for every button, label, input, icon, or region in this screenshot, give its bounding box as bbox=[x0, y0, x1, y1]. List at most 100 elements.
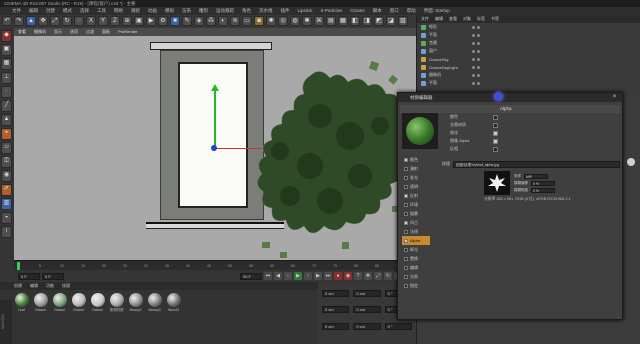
scale-icon[interactable]: ⤢ bbox=[50, 16, 60, 26]
rotation-key-icon[interactable]: ↻ bbox=[384, 272, 392, 280]
material-menu-item[interactable]: 纹理 bbox=[62, 282, 70, 290]
material-swatch[interactable]: Octane bbox=[33, 293, 48, 313]
extra-tool-icon[interactable]: ◪ bbox=[386, 16, 396, 26]
move-icon[interactable]: ✥ bbox=[38, 16, 48, 26]
material-swatch[interactable]: Octane bbox=[90, 293, 105, 313]
snap-icon[interactable]: ⌖ bbox=[1, 128, 12, 140]
menu-item[interactable]: 模拟 bbox=[165, 7, 174, 15]
visibility-dots-icon[interactable] bbox=[472, 49, 480, 53]
object-row[interactable]: OctaneSky bbox=[417, 55, 640, 63]
coord-field[interactable]: 0 cm bbox=[322, 322, 350, 330]
menu-item[interactable]: 脚本 bbox=[373, 7, 382, 15]
coord-icon[interactable]: ⊕ bbox=[122, 16, 132, 26]
position-key-icon[interactable]: ✥ bbox=[364, 272, 372, 280]
menu-item[interactable]: 渲染 bbox=[182, 7, 191, 15]
channel-checkbox[interactable] bbox=[404, 157, 408, 162]
edges-mode-icon[interactable]: ╱ bbox=[1, 100, 12, 112]
auto-key-icon[interactable]: ◉ bbox=[344, 272, 352, 280]
menu-item[interactable]: 插件 bbox=[281, 7, 290, 15]
menu-item[interactable]: 窗口 bbox=[390, 7, 399, 15]
channel-item[interactable]: 置换 bbox=[402, 254, 430, 263]
next-frame-icon[interactable]: › bbox=[304, 272, 312, 280]
channel-checkbox[interactable] bbox=[404, 175, 408, 180]
coord-field[interactable]: 0 cm bbox=[322, 306, 350, 314]
property-checkbox[interactable] bbox=[493, 122, 498, 128]
property-checkbox[interactable] bbox=[493, 138, 498, 144]
menu-item[interactable]: 捕捉 bbox=[131, 7, 140, 15]
object-menu-item[interactable]: 文件 bbox=[421, 15, 429, 23]
panel-toggle-icon[interactable] bbox=[627, 158, 635, 166]
viewport-menu-item[interactable]: ProRender bbox=[118, 28, 137, 36]
render-icon[interactable]: ▶ bbox=[146, 16, 156, 26]
undo-icon[interactable]: ↶ bbox=[2, 16, 12, 26]
menu-item[interactable]: 网格 bbox=[114, 7, 123, 15]
channel-item[interactable]: 发光 bbox=[402, 173, 430, 182]
live-select-icon[interactable]: ◌ bbox=[74, 16, 84, 26]
sculpt-mode-icon[interactable]: ◒ bbox=[1, 212, 12, 224]
texture-mode-icon[interactable]: ▦ bbox=[1, 58, 12, 70]
keyframe-selection-icon[interactable]: ? bbox=[354, 272, 362, 280]
object-row[interactable]: OctaneDayLight bbox=[417, 63, 640, 71]
y-axis-arrow-icon[interactable] bbox=[211, 84, 219, 91]
lock-icon[interactable]: ⚿ bbox=[1, 156, 12, 168]
channel-checkbox[interactable] bbox=[404, 283, 408, 288]
x-axis-icon[interactable]: X bbox=[86, 16, 96, 26]
object-row[interactable]: 平面 bbox=[417, 79, 640, 87]
menu-item[interactable]: 帮助 bbox=[407, 7, 416, 15]
menu-item[interactable]: 文件 bbox=[12, 7, 21, 15]
layout-icon[interactable]: ▤ bbox=[326, 16, 336, 26]
menu-item[interactable]: Octane bbox=[350, 7, 365, 15]
channel-item[interactable]: 颜色 bbox=[402, 155, 430, 164]
channel-checkbox[interactable] bbox=[404, 184, 408, 189]
coord-field[interactable]: 0 cm bbox=[353, 322, 381, 330]
array-icon[interactable]: ⁂ bbox=[206, 16, 216, 26]
coord-field[interactable]: 0 cm bbox=[353, 290, 381, 297]
object-menu-item[interactable]: 查看 bbox=[449, 15, 457, 23]
scale-key-icon[interactable]: ⤢ bbox=[374, 272, 382, 280]
object-menu-item[interactable]: 编辑 bbox=[435, 15, 443, 23]
texture-thumbnail[interactable] bbox=[484, 171, 510, 195]
material-menu-item[interactable]: 创建 bbox=[14, 282, 22, 290]
y-axis-icon[interactable]: Y bbox=[98, 16, 108, 26]
material-menu-item[interactable]: 编辑 bbox=[30, 282, 38, 290]
hair-mode-icon[interactable]: ≀ bbox=[1, 226, 12, 238]
coord-field[interactable]: 0 cm bbox=[353, 306, 381, 314]
menu-item[interactable]: X-Particles bbox=[321, 7, 343, 15]
cube-icon[interactable]: ■ bbox=[170, 16, 180, 26]
channel-item[interactable]: 环境 bbox=[402, 200, 430, 209]
redo-icon[interactable]: ↷ bbox=[14, 16, 24, 26]
prev-frame-icon[interactable]: ‹ bbox=[284, 272, 292, 280]
object-row[interactable]: 窗户 bbox=[417, 47, 640, 55]
menu-item[interactable]: 雕刻 bbox=[199, 7, 208, 15]
extra-tool-icon[interactable]: ◧ bbox=[350, 16, 360, 26]
current-frame-field[interactable]: 0 F bbox=[42, 272, 64, 280]
channel-checkbox[interactable] bbox=[404, 229, 408, 234]
channel-item[interactable]: 漫射 bbox=[402, 164, 430, 173]
object-menu-item[interactable]: 标签 bbox=[477, 15, 485, 23]
sculpt-icon[interactable]: ◍ bbox=[290, 16, 300, 26]
play-icon[interactable]: ▶ bbox=[294, 272, 302, 280]
material-swatch[interactable]: Leaf bbox=[14, 293, 29, 313]
viewport-menu-item[interactable]: 摄像机 bbox=[34, 28, 46, 36]
menu-item[interactable]: 运动跟踪 bbox=[216, 7, 234, 15]
coord-field[interactable]: 0 ° bbox=[384, 322, 412, 330]
extra-tool-icon[interactable]: ◩ bbox=[374, 16, 384, 26]
object-menu-item[interactable]: 对象 bbox=[463, 15, 471, 23]
script-icon[interactable]: ⌘ bbox=[314, 16, 324, 26]
texture-path-field[interactable]: 贴图\纹理\ivy\leaf_alpha.jpg bbox=[453, 160, 620, 168]
visibility-dots-icon[interactable] bbox=[472, 81, 480, 85]
deformer-icon[interactable]: ≋ bbox=[230, 16, 240, 26]
channel-checkbox[interactable] bbox=[404, 193, 408, 198]
material-swatch[interactable]: Octane bbox=[71, 293, 86, 313]
menu-item[interactable]: 动画 bbox=[148, 7, 157, 15]
channel-item[interactable]: 编辑 bbox=[402, 263, 430, 272]
points-mode-icon[interactable]: · bbox=[1, 86, 12, 98]
menu-item[interactable]: 创建 bbox=[46, 7, 55, 15]
go-to-end-icon[interactable]: ⏭ bbox=[324, 272, 332, 280]
y-axis-handle[interactable] bbox=[214, 88, 216, 148]
channel-checkbox[interactable] bbox=[404, 202, 408, 207]
material-swatch[interactable]: Wood3 bbox=[166, 293, 181, 313]
coord-field[interactable]: 0 cm bbox=[322, 290, 350, 297]
viewport[interactable]: 查看 摄像机 显示 选项 过滤 面板 ProRender bbox=[14, 28, 416, 260]
material-swatch[interactable]: Mossy3 bbox=[147, 293, 162, 313]
